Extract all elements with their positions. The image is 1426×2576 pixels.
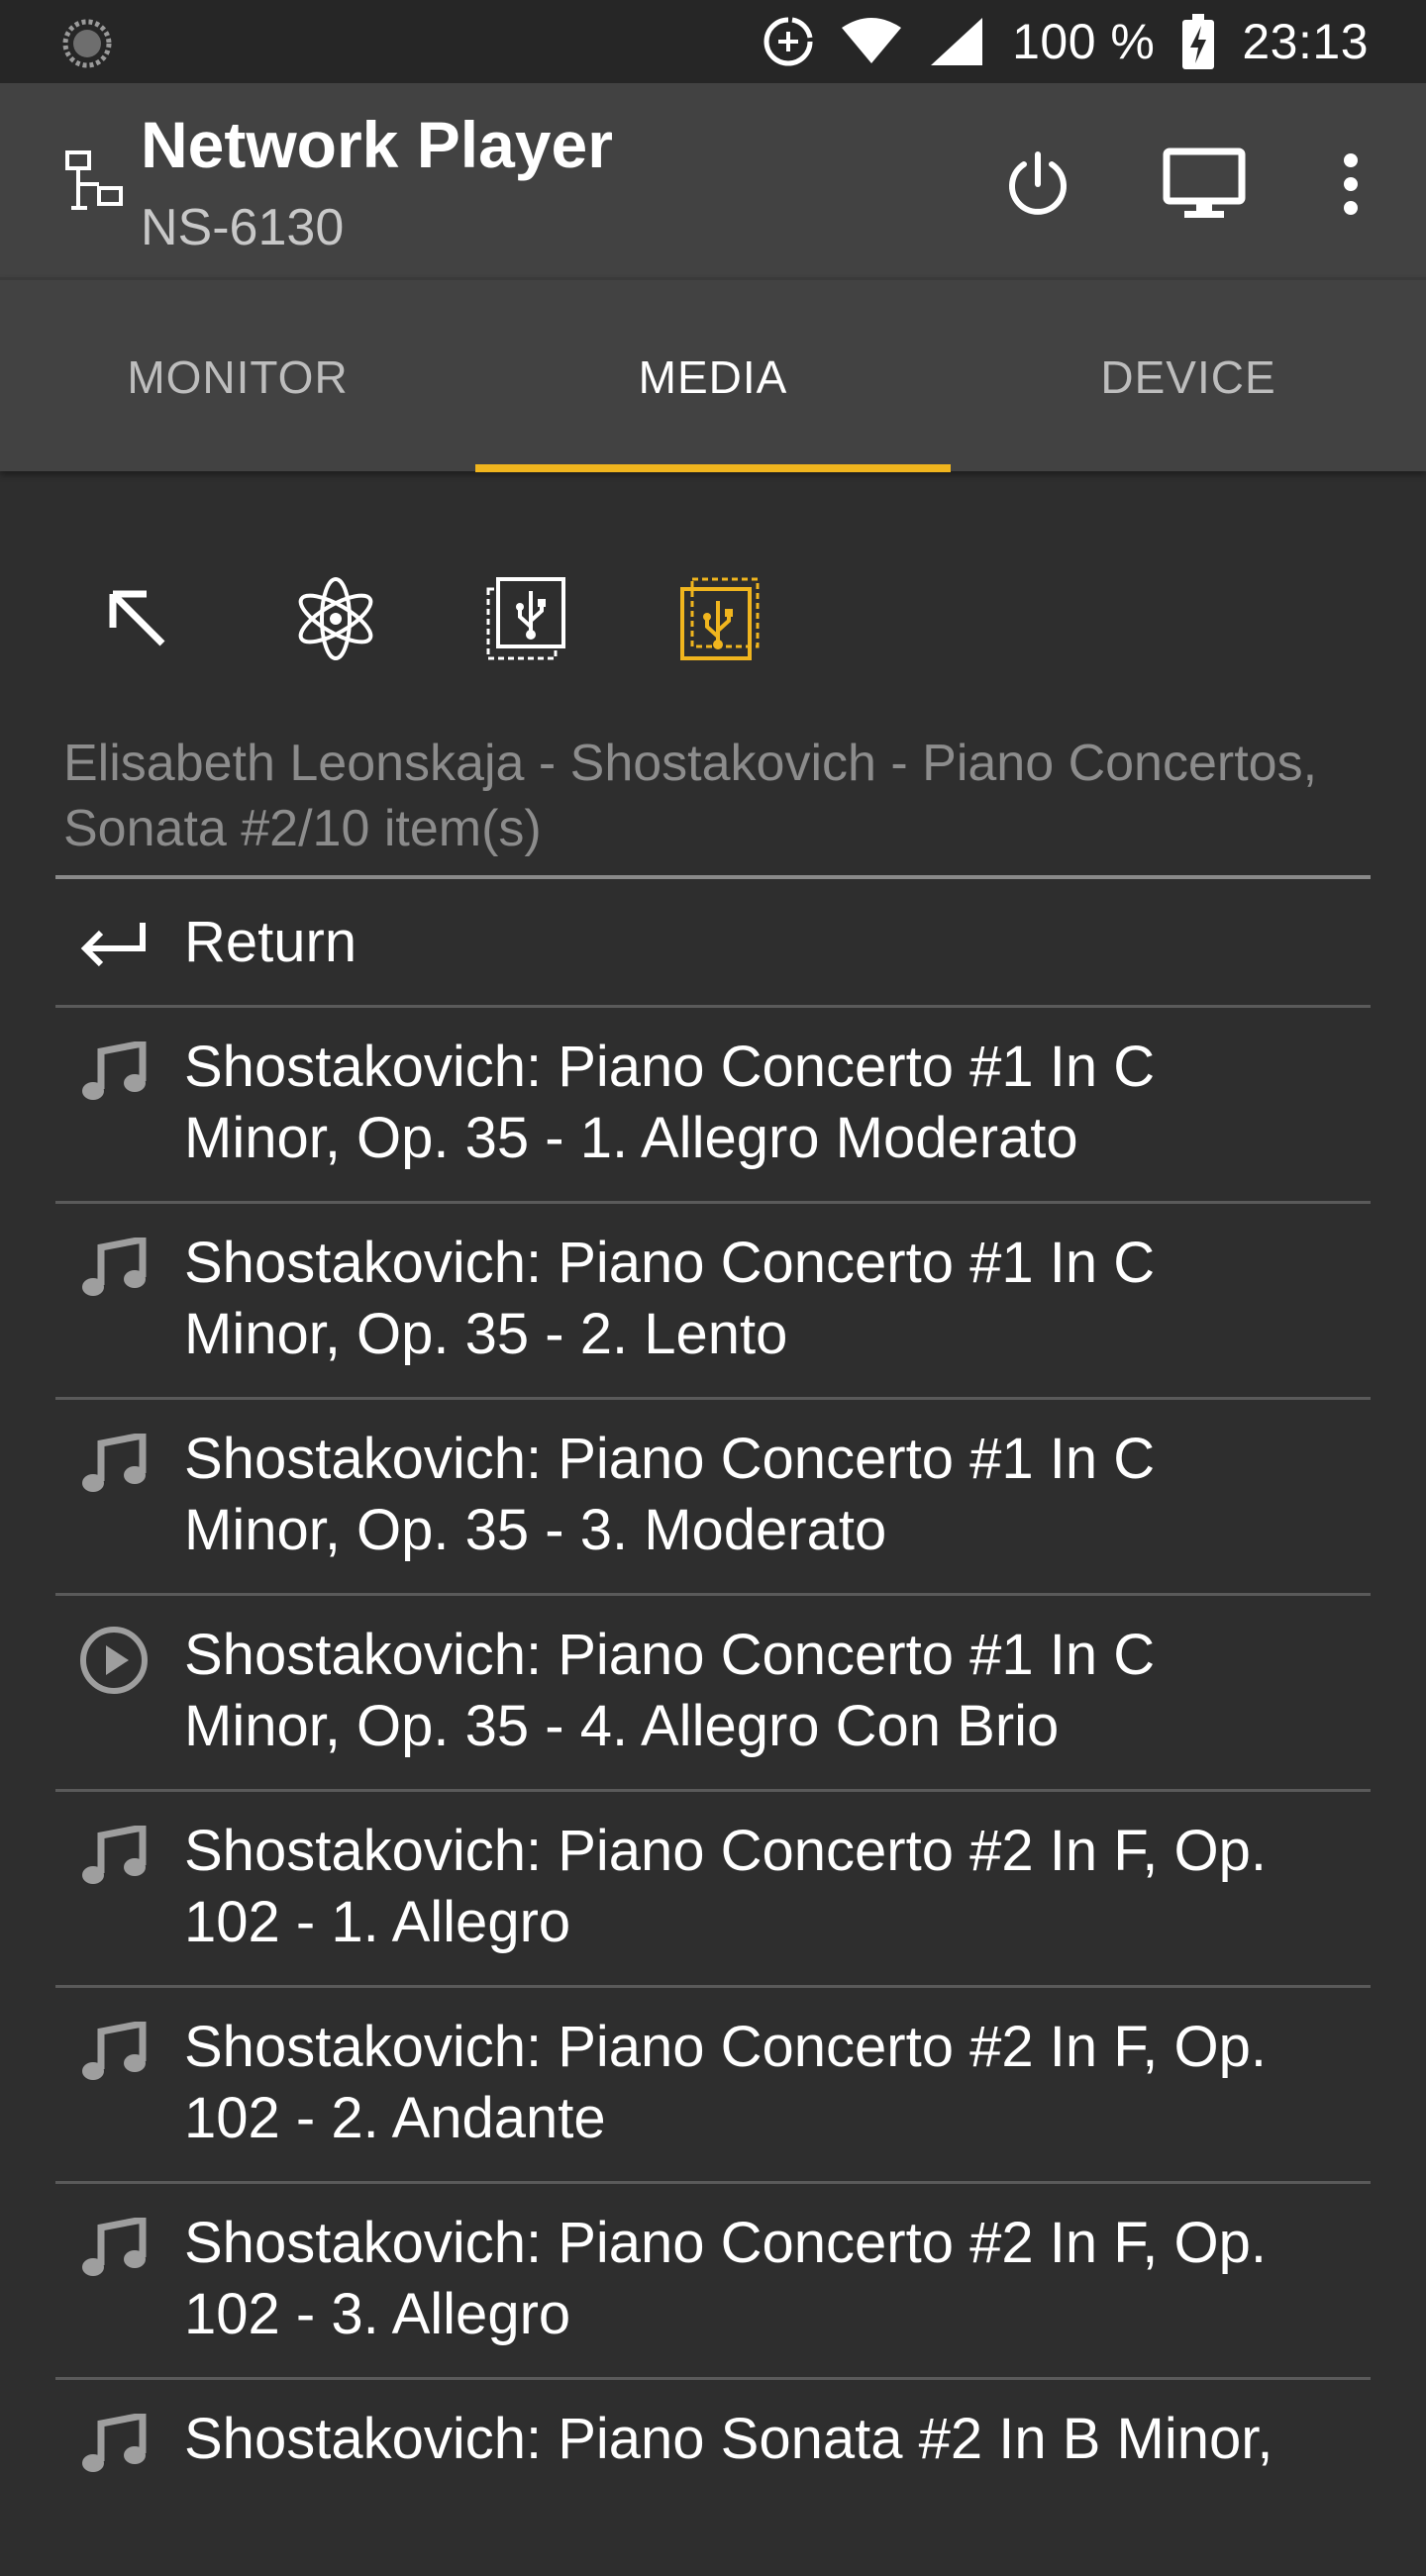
usb-front-button[interactable]: [665, 564, 774, 673]
list-item[interactable]: Shostakovich: Piano Concerto #2 In F, Op…: [55, 1988, 1371, 2184]
music-note-icon: [79, 1234, 149, 1303]
tab-monitor[interactable]: MONITOR: [0, 280, 475, 474]
music-note-icon: [79, 1430, 149, 1499]
power-button[interactable]: [990, 137, 1085, 232]
tab-bar: MONITOR MEDIA DEVICE: [0, 277, 1426, 474]
app-title: Network Player: [141, 108, 613, 181]
music-note-icon: [79, 1038, 149, 1107]
track-title: Shostakovich: Piano Concerto #2 In F, Op…: [184, 2211, 1267, 2346]
monitor-icon: [1163, 148, 1246, 218]
list-item[interactable]: Shostakovich: Piano Concerto #1 In C Min…: [55, 1596, 1371, 1792]
power-icon: [1009, 151, 1067, 215]
music-note-icon: [79, 2018, 149, 2087]
loading-icon: [61, 18, 113, 69]
music-note-icon: [79, 1822, 149, 1891]
return-row[interactable]: Return: [55, 879, 1371, 1008]
track-title: Shostakovich: Piano Concerto #1 In C Min…: [184, 1427, 1156, 1562]
status-bar: 100 % 23:13: [0, 0, 1426, 83]
signal-icon: [929, 16, 984, 67]
list-item[interactable]: Shostakovich: Piano Concerto #2 In F, Op…: [55, 1792, 1371, 1988]
tab-device[interactable]: DEVICE: [951, 280, 1426, 474]
usb-front-icon: [680, 577, 760, 660]
app-bar: Network Player NS-6130: [0, 83, 1426, 277]
return-arrow-icon: [79, 909, 149, 978]
data-saver-icon: [763, 16, 814, 67]
list-item[interactable]: Shostakovich: Piano Concerto #1 In C Min…: [55, 1204, 1371, 1400]
source-toolbar: [0, 554, 1426, 693]
play-circle-icon: [79, 1626, 149, 1695]
battery-charging-icon: [1182, 14, 1215, 69]
status-icons: 100 % 23:13: [763, 0, 1369, 83]
usb-rear-button[interactable]: [471, 564, 580, 673]
track-title: Shostakovich: Piano Concerto #1 In C Min…: [184, 1035, 1156, 1170]
track-title: Shostakovich: Piano Concerto #2 In F, Op…: [184, 2015, 1267, 2150]
track-title: Shostakovich: Piano Sonata #2 In B Minor…: [184, 2407, 1273, 2471]
return-label: Return: [184, 910, 357, 974]
network-icon: [63, 149, 129, 214]
battery-percentage: 100 %: [1012, 14, 1156, 69]
usb-rear-icon: [486, 577, 565, 660]
device-model: NS-6130: [141, 199, 345, 256]
music-note-icon: [79, 2214, 149, 2283]
home-arrow-icon: [109, 590, 165, 646]
list-item[interactable]: Shostakovich: Piano Sonata #2 In B Minor…: [55, 2380, 1371, 2576]
browse-path: Elisabeth Leonskaja - Shostakovich - Pia…: [63, 735, 1318, 857]
list-item[interactable]: Shostakovich: Piano Concerto #1 In C Min…: [55, 1400, 1371, 1596]
list-item[interactable]: Shostakovich: Piano Concerto #1 In C Min…: [55, 1008, 1371, 1204]
track-title: Shostakovich: Piano Concerto #1 In C Min…: [184, 1623, 1156, 1758]
overflow-menu-button[interactable]: [1303, 137, 1398, 232]
home-button[interactable]: [83, 564, 192, 673]
more-vert-icon: [1344, 153, 1358, 215]
media-list: Return Shostakovich: Piano Concerto #1 I…: [55, 879, 1371, 2576]
internet-radio-button[interactable]: [281, 564, 390, 673]
tab-media[interactable]: MEDIA: [475, 280, 951, 474]
active-tab-indicator: [475, 464, 951, 472]
track-title: Shostakovich: Piano Concerto #1 In C Min…: [184, 1231, 1156, 1366]
internet-radio-icon: [298, 577, 373, 660]
list-item[interactable]: Shostakovich: Piano Concerto #2 In F, Op…: [55, 2184, 1371, 2380]
wifi-icon: [842, 18, 902, 65]
display-button[interactable]: [1157, 137, 1252, 232]
music-note-icon: [79, 2410, 149, 2479]
track-title: Shostakovich: Piano Concerto #2 In F, Op…: [184, 1819, 1267, 1954]
clock: 23:13: [1242, 14, 1369, 69]
